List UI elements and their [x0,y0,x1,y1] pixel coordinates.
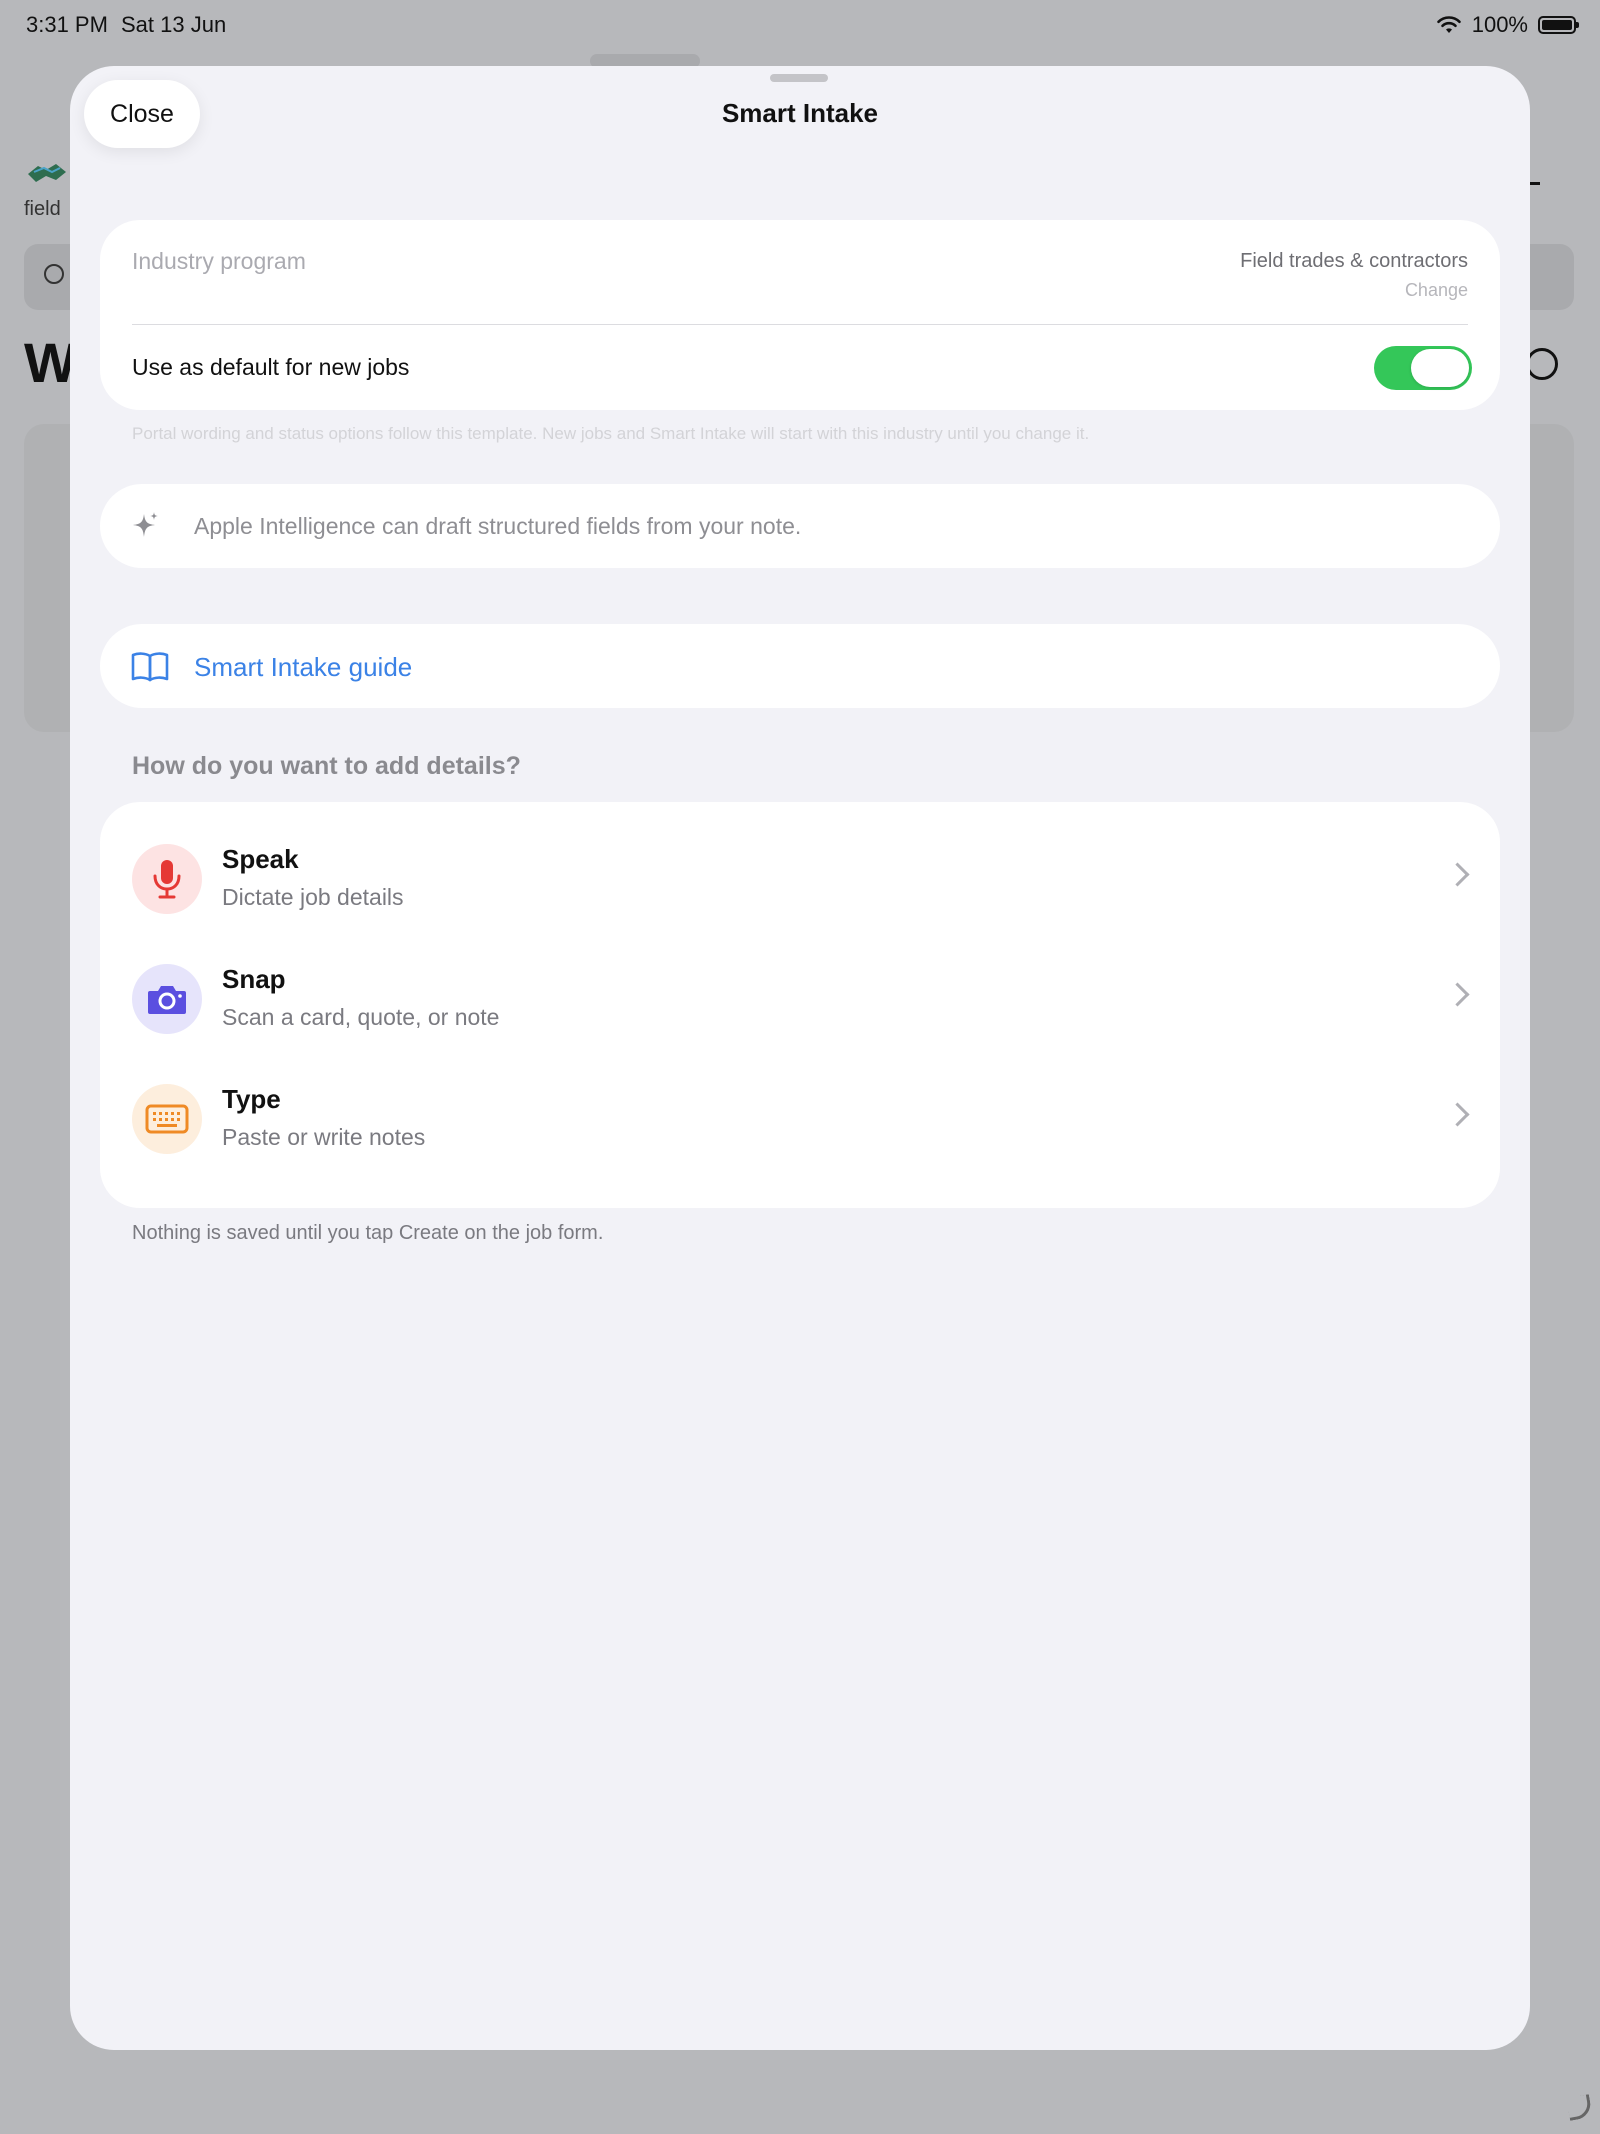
keyboard-icon [132,1084,202,1154]
smart-intake-sheet: Close Smart Intake Industry program Fiel… [70,66,1530,2050]
app-logo-icon [28,164,66,182]
option-type[interactable]: Type Paste or write notes [100,1058,1500,1178]
sheet-title: Smart Intake [721,98,879,128]
background-heading: W [24,331,77,394]
chevron-right-icon [1445,982,1470,1007]
chevron-right-icon [1445,862,1470,887]
battery-percent: 100% [1471,12,1528,37]
industry-settings-group: Industry program Field trades & contract… [100,220,1500,410]
toggle-knob [1411,349,1469,387]
industry-footnote: Portal wording and status options follow… [132,424,1090,443]
ai-note-text: Apple Intelligence can draft structured … [194,513,802,539]
option-speak[interactable]: Speak Dictate job details [100,818,1500,938]
option-subtitle: Dictate job details [222,884,404,910]
background-app-label: field [24,198,61,220]
save-footnote: Nothing is saved until you tap Create on… [132,1222,604,1244]
chevron-right-icon [1445,1102,1470,1127]
filter-icon [1526,348,1558,380]
divider [132,324,1468,325]
intake-options-list: Speak Dictate job details Snap Scan a ca… [100,802,1500,1208]
option-subtitle: Paste or write notes [222,1124,426,1150]
status-bar: 3:31 PM Sat 13 Jun 100% [0,0,1600,48]
industry-program-label: Industry program [132,248,306,274]
option-subtitle: Scan a card, quote, or note [222,1004,500,1030]
default-toggle[interactable] [1374,346,1472,390]
status-date: Sat 13 Jun [121,12,227,37]
battery-icon [1538,16,1579,34]
ai-note-card: Apple Intelligence can draft structured … [100,484,1500,568]
sparkle-icon [133,512,158,537]
option-snap[interactable]: Snap Scan a card, quote, or note [100,938,1500,1058]
wifi-icon [1436,16,1461,33]
option-title: Snap [222,964,286,994]
default-toggle-label: Use as default for new jobs [132,354,410,380]
industry-program-value: Field trades & contractors [1240,250,1468,272]
sheet-grabber[interactable] [770,74,828,82]
guide-label: Smart Intake guide [194,652,413,682]
change-industry-button[interactable]: Change [1405,280,1468,301]
book-icon [131,652,169,682]
options-section-header: How do you want to add details? [132,752,521,780]
status-time: 3:31 PM [26,12,108,37]
option-title: Type [222,1084,281,1114]
resize-corner-icon [1566,2094,1593,2121]
option-title: Speak [222,844,299,874]
smart-intake-guide-link[interactable]: Smart Intake guide [100,624,1500,708]
camera-icon [132,964,202,1034]
search-icon [44,264,64,284]
status-right: 100% [1436,12,1579,38]
microphone-icon [132,844,202,914]
